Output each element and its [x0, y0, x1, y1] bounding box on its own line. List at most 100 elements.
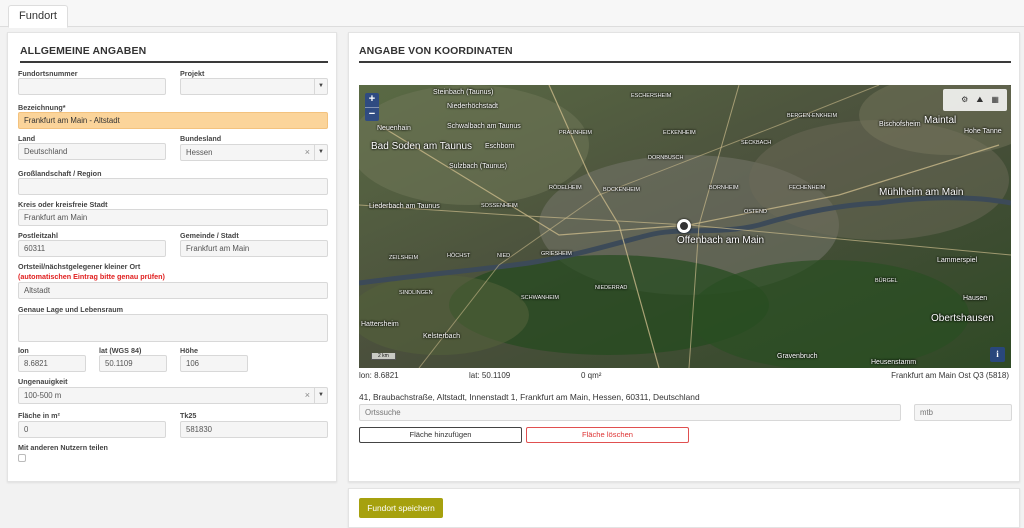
map-label-rodelheim: RÖDELHEIM: [549, 185, 582, 191]
lon-label: lon: [18, 346, 29, 355]
map-label-bockenheim: BOCKENHEIM: [603, 187, 640, 193]
zoom-control: + −: [365, 93, 379, 121]
general-info-title: ALLGEMEINE ANGABEN: [20, 45, 147, 57]
info-icon[interactable]: i: [990, 347, 1005, 362]
coordinates-panel: ANGABE VON KOORDINATEN Steinbach (Taunus…: [348, 32, 1020, 482]
tk25-label: Tk25: [180, 411, 197, 420]
title-divider: [359, 61, 1011, 63]
coordinates-title: ANGABE VON KOORDINATEN: [359, 45, 513, 57]
fundortnummer-label: Fundortsnummer: [18, 69, 78, 78]
map-label-eckenheim: ECKENHEIM: [663, 130, 696, 136]
gemeinde-label: Gemeinde / Stadt: [180, 231, 239, 240]
chevron-down-icon[interactable]: ▼: [314, 388, 327, 403]
map-label-niederrad: NIEDERRAD: [595, 285, 628, 291]
hoehe-label: Höhe: [180, 346, 198, 355]
teilen-checkbox[interactable]: [18, 454, 26, 462]
chevron-down-icon[interactable]: ▼: [314, 145, 327, 160]
ungenauigkeit-value: 100-500 m: [24, 391, 62, 400]
flaeche-input[interactable]: 0: [18, 421, 166, 438]
tab-bar: Fundort: [0, 0, 1024, 28]
kreis-input[interactable]: Frankfurt am Main: [18, 209, 328, 226]
map-label-heusenstamm: Heusenstamm: [871, 359, 917, 366]
map-label-praunheim: PRAUNHEIM: [559, 130, 593, 136]
tab-fundort[interactable]: Fundort: [8, 5, 68, 28]
teilen-label: Mit anderen Nutzern teilen: [18, 443, 108, 452]
chevron-down-icon[interactable]: ▼: [314, 79, 327, 94]
location-marker-icon[interactable]: [677, 219, 691, 233]
tk25-input[interactable]: 581830: [180, 421, 328, 438]
map-label-dornbusch: DORNBUSCH: [648, 155, 684, 161]
mtb-input[interactable]: [914, 404, 1012, 421]
map-label-bad-soden: Bad Soden am Taunus: [371, 141, 473, 152]
map-label-kelsterbach: Kelsterbach: [423, 333, 460, 340]
land-input[interactable]: Deutschland: [18, 143, 166, 160]
bundesland-value: Hessen: [186, 148, 213, 157]
map-label-sossenheim: SOSSENHEIM: [481, 203, 518, 209]
map-label-muehlheim: Mühlheim am Main: [879, 187, 964, 198]
status-area: 0 qm²: [581, 371, 602, 380]
lat-label: lat (WGS 84): [99, 346, 142, 355]
ungenauigkeit-label: Ungenauigkeit: [18, 377, 68, 386]
map-label-bischofsheim: Bischofsheim: [879, 121, 921, 128]
map-view[interactable]: Steinbach (Taunus) Niederhöchstadt ESCHE…: [359, 85, 1011, 368]
kreis-label: Kreis oder kreisfreie Stadt: [18, 200, 108, 209]
ortsuche-input[interactable]: [359, 404, 901, 421]
zoom-out-button[interactable]: −: [365, 107, 379, 121]
map-label-eschersheim: ESCHERSHEIM: [631, 93, 672, 99]
delete-area-button[interactable]: Fläche löschen: [526, 427, 689, 443]
status-region: Frankfurt am Main Ost Q3 (5818): [891, 371, 1009, 380]
status-lon: lon: 8.6821: [359, 371, 399, 380]
plz-label: Postleitzahl: [18, 231, 58, 240]
map-label-sindlingen: SINDLINGEN: [399, 290, 433, 296]
hoehe-input[interactable]: 106: [180, 355, 248, 372]
map-label-schwanheim: SCHWANHEIM: [521, 295, 559, 301]
map-label-hohe-tanne: Hohe Tanne: [964, 128, 1002, 135]
flaeche-label: Fläche in m²: [18, 411, 60, 420]
lat-input[interactable]: 50.1109: [99, 355, 167, 372]
save-panel: Fundort speichern: [348, 488, 1020, 528]
grosslandschaft-label: Großlandschaft / Region: [18, 169, 102, 178]
address-text: 41, Braubachstraße, Altstadt, Innenstadt…: [359, 392, 700, 402]
map-label-obertshausen: Obertshausen: [931, 313, 994, 324]
zoom-in-button[interactable]: +: [365, 93, 379, 107]
general-info-panel: ALLGEMEINE ANGABEN Fundortsnummer Projek…: [7, 32, 337, 482]
map-label-sulzbach: Sulzbach (Taunus): [449, 163, 507, 170]
map-label-bornheim: BORNHEIM: [709, 185, 739, 191]
add-area-button[interactable]: Fläche hinzufügen: [359, 427, 522, 443]
ungenauigkeit-select[interactable]: 100-500 m × ▼: [18, 387, 328, 404]
title-divider: [20, 61, 328, 63]
gemeinde-input[interactable]: Frankfurt am Main: [180, 240, 328, 257]
scale-bar: 2 km: [371, 353, 396, 360]
clear-icon[interactable]: ×: [305, 388, 310, 403]
map-label-neuenhain: Neuenhain: [377, 125, 411, 132]
lage-textarea[interactable]: [18, 314, 328, 342]
projekt-select[interactable]: ▼: [180, 78, 328, 95]
layer-switcher-icon[interactable]: ⚙ ⛰ ▦: [943, 89, 1007, 111]
lon-input[interactable]: 8.6821: [18, 355, 86, 372]
map-label-schwalbach: Schwalbach am Taunus: [447, 123, 521, 130]
save-button[interactable]: Fundort speichern: [359, 498, 443, 518]
fundortnummer-input[interactable]: [18, 78, 166, 95]
lage-label: Genaue Lage und Lebensraum: [18, 305, 124, 314]
map-label-offenbach: Offenbach am Main: [677, 235, 765, 246]
map-label-bergen: BERGEN-ENKHEIM: [787, 113, 838, 119]
bundesland-label: Bundesland: [180, 134, 222, 143]
bezeichnung-input[interactable]: Frankfurt am Main - Altstadt: [18, 112, 328, 129]
map-label-fechenheim: FECHENHEIM: [789, 185, 826, 191]
map-label-eschborn: Eschborn: [485, 143, 515, 150]
map-label-hausen: Hausen: [963, 295, 988, 302]
map-label-nied: NIED: [497, 253, 511, 259]
map-label-steinbach: Steinbach (Taunus): [433, 89, 494, 96]
map-label-lammerspiel: Lammerspiel: [937, 257, 978, 264]
bezeichnung-label: Bezeichnung*: [18, 103, 66, 112]
map-label-liederbach: Liederbach am Taunus: [369, 203, 440, 210]
map-label-gravenbruch: Gravenbruch: [777, 353, 818, 360]
plz-input[interactable]: 60311: [18, 240, 166, 257]
ortsteil-input[interactable]: Altstadt: [18, 282, 328, 299]
map-label-buergel: BÜRGEL: [875, 278, 898, 284]
bundesland-select[interactable]: Hessen × ▼: [180, 144, 328, 161]
grosslandschaft-input[interactable]: [18, 178, 328, 195]
clear-icon[interactable]: ×: [305, 145, 310, 160]
map-label-zeilsheim: ZEILSHEIM: [389, 255, 419, 261]
map-label-niederhoechstadt: Niederhöchstadt: [447, 103, 498, 110]
